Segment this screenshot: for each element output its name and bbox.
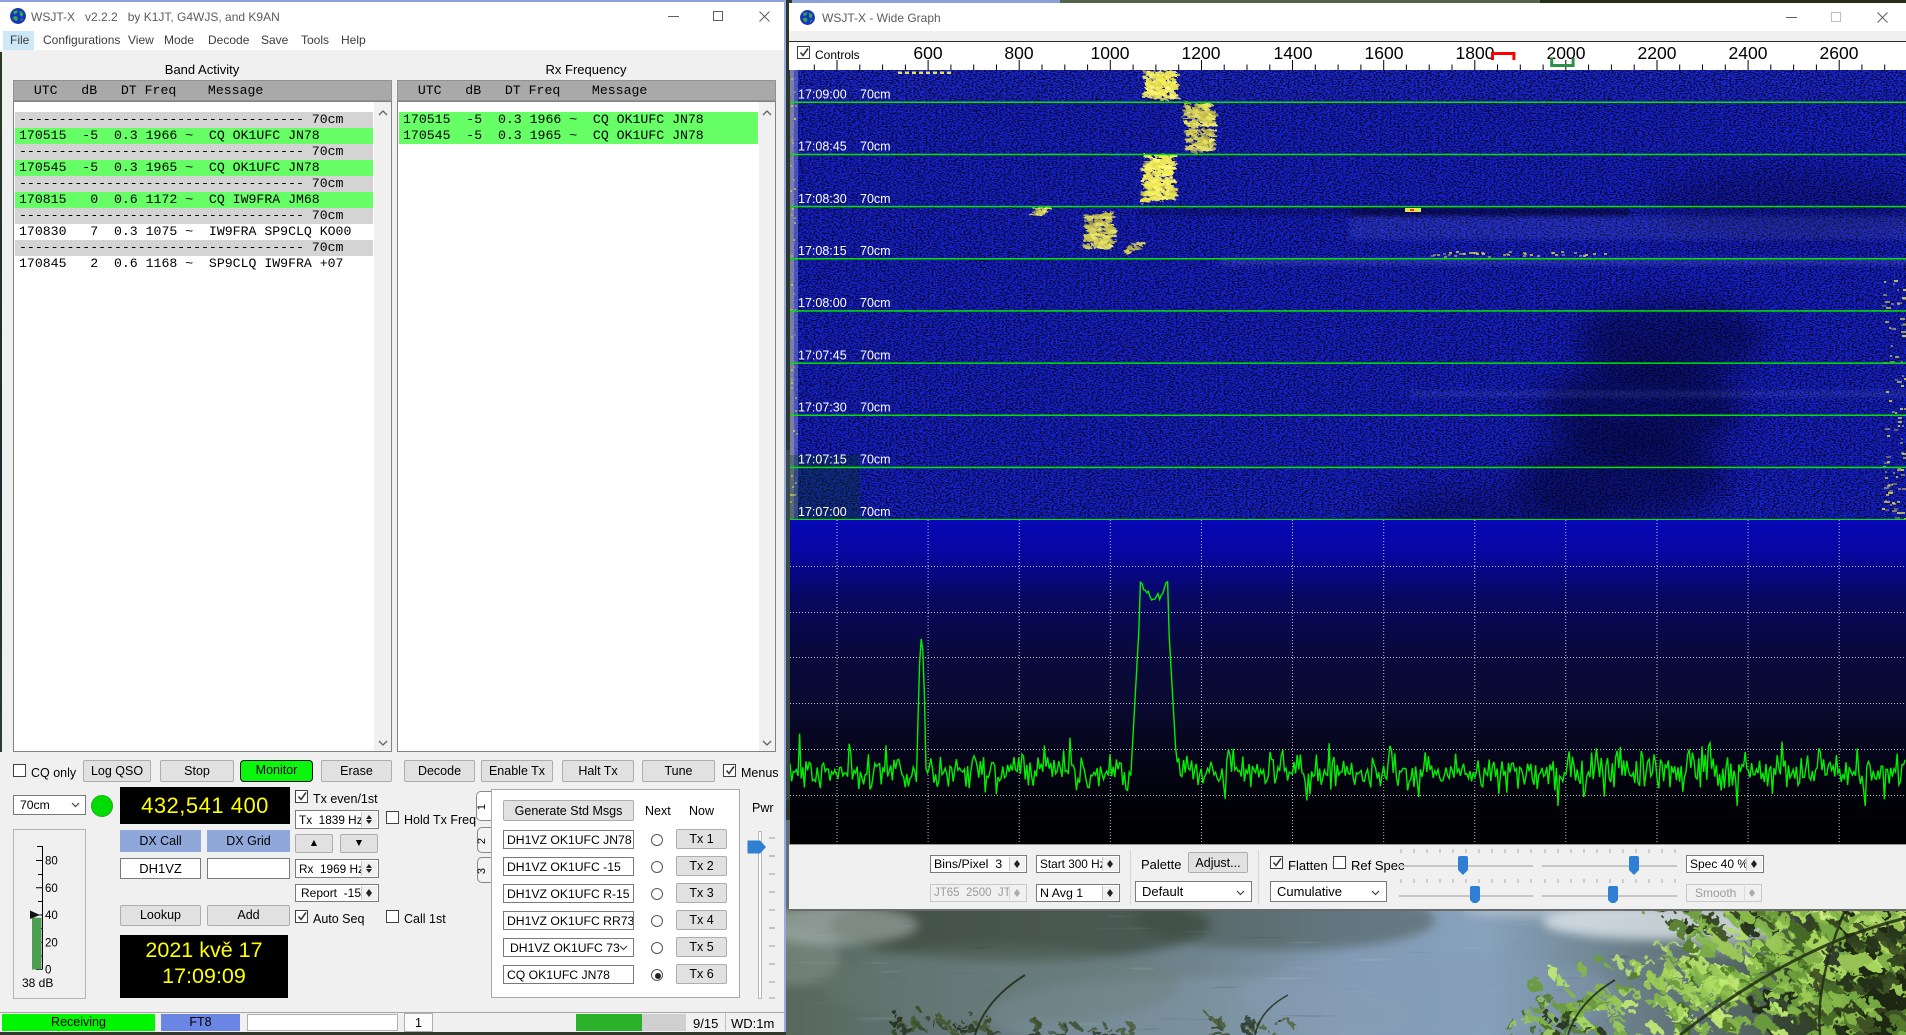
- svg-text:70cm: 70cm: [860, 88, 891, 102]
- svg-text:70cm: 70cm: [860, 192, 891, 206]
- svg-text:70cm: 70cm: [860, 296, 891, 310]
- svg-text:17:07:30: 17:07:30: [798, 401, 847, 415]
- svg-text:17:07:45: 17:07:45: [798, 348, 847, 362]
- svg-text:60: 60: [45, 883, 58, 895]
- svg-text:38 dB: 38 dB: [22, 976, 53, 990]
- svg-text:0: 0: [45, 965, 51, 977]
- svg-text:17:09:00: 17:09:00: [798, 88, 847, 102]
- svg-text:20: 20: [45, 938, 58, 950]
- svg-text:17:08:00: 17:08:00: [798, 296, 847, 310]
- svg-text:70cm: 70cm: [860, 453, 891, 467]
- svg-text:17:07:15: 17:07:15: [798, 453, 847, 467]
- svg-text:70cm: 70cm: [860, 505, 891, 519]
- svg-text:17:07:00: 17:07:00: [798, 505, 847, 519]
- svg-text:80: 80: [45, 856, 58, 868]
- svg-text:70cm: 70cm: [860, 244, 891, 258]
- svg-text:17:08:15: 17:08:15: [798, 244, 847, 258]
- svg-text:70cm: 70cm: [860, 401, 891, 415]
- svg-text:70cm: 70cm: [860, 140, 891, 154]
- svg-text:17:08:30: 17:08:30: [798, 192, 847, 206]
- svg-text:40: 40: [45, 910, 58, 922]
- svg-text:17:08:45: 17:08:45: [798, 140, 847, 154]
- svg-text:70cm: 70cm: [860, 348, 891, 362]
